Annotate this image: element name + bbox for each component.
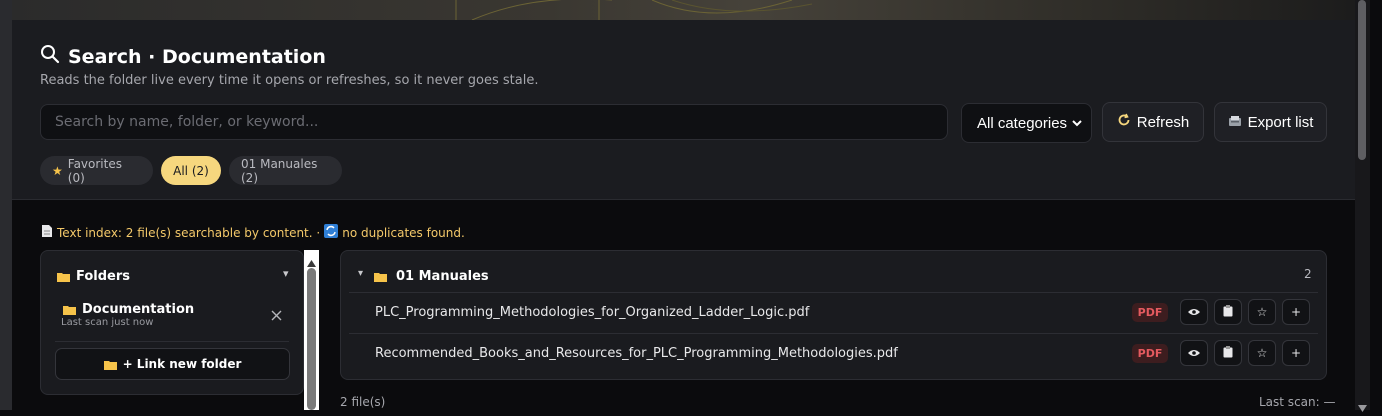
close-icon[interactable]	[271, 306, 282, 325]
category-select-value: All categories	[977, 114, 1068, 132]
link-new-folder-label: + Link new folder	[122, 357, 242, 371]
text-index-status: Text index: 2 file(s) searchable by cont…	[57, 225, 321, 240]
preview-button[interactable]	[1180, 299, 1208, 325]
refresh-icon	[1117, 113, 1131, 131]
index-status: Text index: 2 file(s) searchable by cont…	[41, 224, 465, 241]
folder-last-scan: Last scan just now	[61, 317, 154, 328]
folder-icon	[103, 355, 117, 374]
folder-icon	[374, 267, 387, 286]
folder-icon	[57, 267, 70, 286]
chip-01-manuales-label: 01 Manuales (2)	[241, 156, 318, 185]
file-row[interactable]: PLC_Programming_Methodologies_for_Organi…	[349, 292, 1318, 332]
chip-favorites-label: Favorites (0)	[67, 156, 122, 185]
refresh-button[interactable]: Refresh	[1102, 102, 1204, 142]
left-edge	[0, 0, 12, 410]
folders-title: Folders	[76, 269, 131, 284]
favorite-button[interactable]: ☆	[1248, 340, 1276, 366]
folders-header[interactable]: Folders	[57, 267, 130, 286]
chip-01-manuales[interactable]: 01 Manuales (2)	[229, 156, 342, 185]
export-list-button[interactable]: Export list	[1214, 102, 1327, 142]
add-button[interactable]: +	[1282, 340, 1310, 366]
file-type-badge: PDF	[1132, 344, 1168, 363]
plus-icon: +	[1290, 305, 1302, 319]
file-name[interactable]: PLC_Programming_Methodologies_for_Organi…	[375, 305, 809, 320]
results-panel: ▾ 01 Manuales 2 PLC_Programming_Methodol…	[340, 250, 1327, 380]
document-icon	[41, 224, 53, 241]
favorite-button[interactable]: ☆	[1248, 299, 1276, 325]
group-header[interactable]: 01 Manuales	[374, 267, 489, 286]
chip-all-label: All (2)	[173, 163, 209, 178]
collapse-icon[interactable]: ▾	[358, 268, 363, 279]
divider	[55, 341, 289, 342]
chip-favorites[interactable]: ★ Favorites (0)	[40, 156, 153, 185]
add-button[interactable]: +	[1282, 299, 1310, 325]
folder-name: Documentation	[82, 302, 195, 317]
chevron-down-icon	[1071, 116, 1083, 133]
last-scan-status: Last scan: —	[1259, 395, 1336, 409]
page-subtitle: Reads the folder live every time it open…	[40, 73, 539, 88]
file-count: 2 file(s)	[340, 395, 386, 409]
plus-icon: +	[1290, 346, 1302, 360]
category-select[interactable]: All categories	[961, 103, 1092, 143]
search-input[interactable]	[40, 104, 948, 140]
copy-path-button[interactable]	[1214, 340, 1242, 366]
eye-icon	[1188, 305, 1200, 319]
star-icon: ★	[52, 163, 63, 178]
page-title: Search · Documentation	[40, 44, 326, 69]
chip-all[interactable]: All (2)	[161, 156, 221, 185]
page-title-text: Search · Documentation	[68, 45, 326, 68]
clipboard-icon	[1223, 345, 1233, 361]
copy-path-button[interactable]	[1214, 299, 1242, 325]
file-type-badge: PDF	[1132, 303, 1168, 322]
search-header: Search · Documentation Reads the folder …	[12, 20, 1355, 200]
page-scrollbar[interactable]	[1355, 0, 1370, 412]
duplicates-icon	[324, 224, 339, 241]
export-icon	[1228, 114, 1242, 131]
refresh-label: Refresh	[1136, 113, 1190, 131]
export-label: Export list	[1247, 113, 1314, 131]
folders-panel: Folders ▾ Documentation Last scan just n…	[40, 250, 304, 395]
star-outline-icon: ☆	[1256, 346, 1268, 360]
eye-icon	[1188, 346, 1200, 360]
collapse-icon[interactable]: ▾	[283, 267, 289, 280]
file-name[interactable]: Recommended_Books_and_Resources_for_PLC_…	[375, 346, 898, 361]
group-count: 2	[1304, 267, 1312, 281]
folders-scrollbar-thumb[interactable]	[307, 268, 316, 410]
star-outline-icon: ☆	[1256, 305, 1268, 319]
preview-button[interactable]	[1180, 340, 1208, 366]
link-new-folder-button[interactable]: + Link new folder	[55, 348, 290, 380]
scroll-down-arrow-icon[interactable]	[1358, 397, 1367, 416]
search-icon	[40, 44, 60, 69]
duplicates-status: no duplicates found.	[342, 225, 465, 240]
clipboard-icon	[1223, 304, 1233, 320]
header-banner-image	[12, 0, 1355, 20]
page-scrollbar-thumb[interactable]	[1358, 0, 1366, 160]
file-row[interactable]: Recommended_Books_and_Resources_for_PLC_…	[349, 333, 1318, 373]
group-name: 01 Manuales	[396, 269, 489, 284]
